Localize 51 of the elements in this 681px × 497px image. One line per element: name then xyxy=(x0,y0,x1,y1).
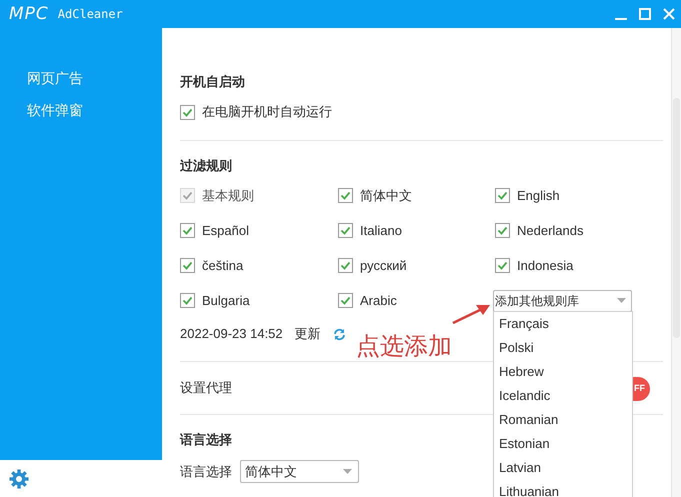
scrollbar[interactable] xyxy=(671,28,681,497)
checkbox[interactable] xyxy=(338,258,353,273)
dropdown-option[interactable]: Hebrew xyxy=(499,362,544,382)
checkbox[interactable] xyxy=(495,223,510,238)
checkbox-label: Nederlands xyxy=(517,222,584,240)
checkbox-label: English xyxy=(517,186,560,205)
window-title: AdCleaner xyxy=(58,6,123,23)
language-dropdown[interactable]: 简体中文 xyxy=(240,460,359,483)
checkbox-label: čeština xyxy=(202,256,244,275)
settings-icon[interactable] xyxy=(9,468,29,488)
checkbox-label: 简体中文 xyxy=(360,186,412,205)
dropdown-option[interactable]: Français xyxy=(499,314,549,334)
checkbox-label: 在电脑开机时自动运行 xyxy=(202,103,332,122)
app-logo: MPC xyxy=(9,6,49,22)
checkbox[interactable] xyxy=(180,293,195,308)
close-icon[interactable] xyxy=(663,8,675,20)
checkbox-label: Italiano xyxy=(360,222,402,240)
dropdown-option[interactable]: Latvian xyxy=(499,458,541,478)
proxy-label: 设置代理 xyxy=(180,379,232,398)
dropdown-arrow-icon xyxy=(343,469,352,474)
dropdown-arrow-icon xyxy=(617,298,626,303)
checkbox-label: Arabic xyxy=(360,292,397,310)
dropdown-option[interactable]: Polski xyxy=(499,338,534,358)
annotation-text: 点选添加 xyxy=(356,332,452,362)
checkbox[interactable] xyxy=(338,223,353,238)
update-link[interactable]: 更新 xyxy=(294,324,321,344)
section-heading: 语言选择 xyxy=(180,431,232,449)
section-heading: 开机自启动 xyxy=(180,73,245,91)
checkbox-label: Español xyxy=(202,222,249,240)
checkbox-label: 基本规则 xyxy=(202,186,254,205)
dropdown-option[interactable]: Estonian xyxy=(499,434,550,454)
checkbox[interactable] xyxy=(338,293,353,308)
dropdown-option[interactable]: Icelandic xyxy=(499,386,550,406)
checkbox-label: Indonesia xyxy=(517,256,574,275)
checkbox[interactable] xyxy=(180,104,195,120)
checkbox-label: Bulgaria xyxy=(202,292,250,310)
checkbox[interactable] xyxy=(495,188,510,203)
maximize-icon[interactable] xyxy=(639,8,651,20)
checkbox[interactable] xyxy=(180,223,195,238)
checkbox-label: русский xyxy=(360,256,407,275)
refresh-icon[interactable] xyxy=(332,328,346,340)
dropdown-option[interactable]: Lithuanian xyxy=(499,482,559,497)
checkbox[interactable] xyxy=(495,258,510,273)
rule-library-dropdown[interactable]: 添加其他规则库 xyxy=(493,290,632,312)
language-label: 语言选择 xyxy=(180,462,232,481)
dropdown-option[interactable]: Romanian xyxy=(499,410,558,430)
checkbox[interactable] xyxy=(338,188,353,203)
update-time: 2022-09-23 14:52 xyxy=(180,325,283,344)
annotation-arrow xyxy=(452,303,491,324)
section-heading: 过滤规则 xyxy=(180,157,232,175)
checkbox[interactable] xyxy=(180,258,195,273)
